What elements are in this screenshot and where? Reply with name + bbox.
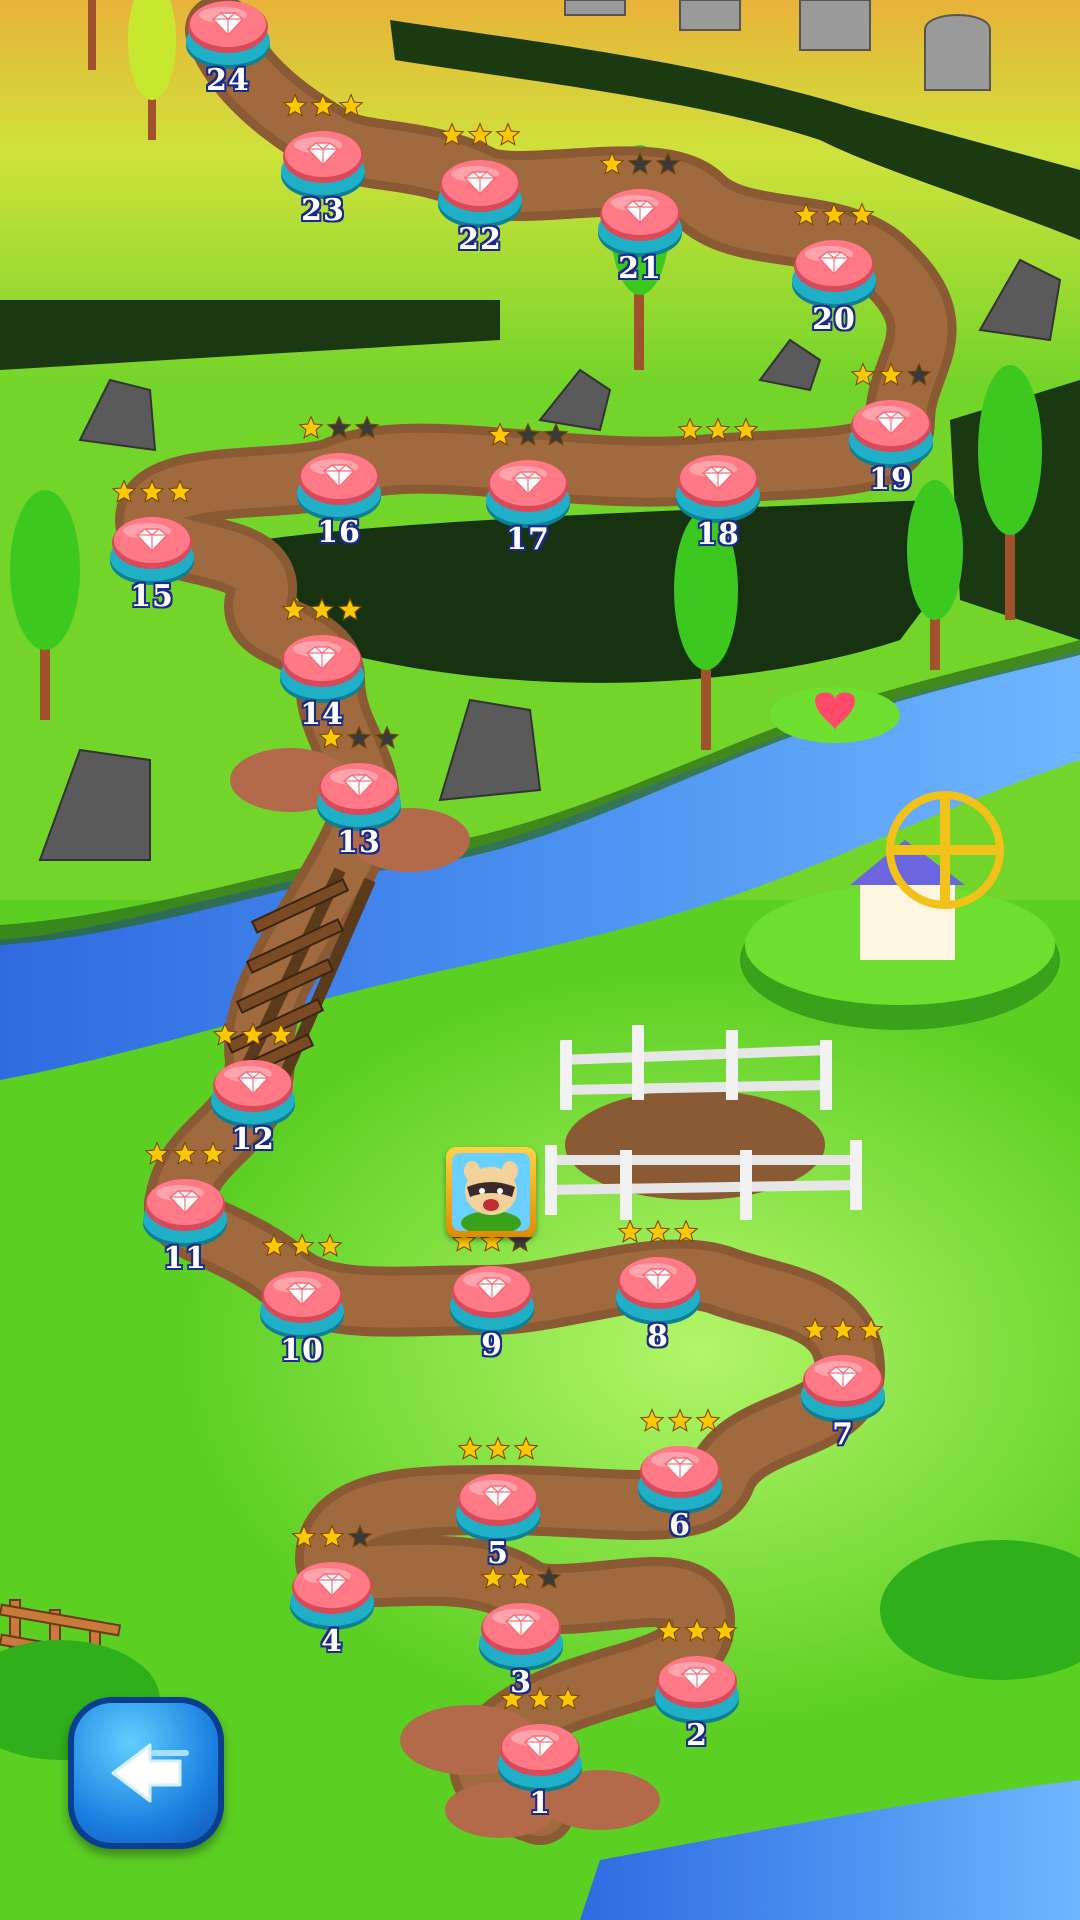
level-gem-button[interactable] <box>257 1263 347 1343</box>
player-avatar <box>446 1147 536 1237</box>
level-gem-button[interactable] <box>277 627 367 707</box>
level-node[interactable]: 22 <box>435 122 525 262</box>
level-number: 18 <box>696 517 740 552</box>
level-number: 3 <box>510 1665 532 1700</box>
level-node[interactable]: 12 <box>208 1022 298 1162</box>
level-stars <box>294 415 384 443</box>
level-gem-button[interactable] <box>673 447 763 527</box>
level-gem-button[interactable] <box>287 1554 377 1634</box>
level-node[interactable]: 17 <box>483 422 573 562</box>
level-node[interactable]: 18 <box>673 417 763 557</box>
level-gem-button[interactable] <box>294 445 384 525</box>
level-stars <box>483 422 573 450</box>
level-gem-button[interactable] <box>140 1171 230 1251</box>
level-node[interactable]: 20 <box>789 202 879 342</box>
level-node[interactable]: 16 <box>294 415 384 555</box>
level-node[interactable]: 21 <box>595 151 685 291</box>
level-number: 12 <box>231 1122 275 1157</box>
level-node[interactable]: 5 <box>453 1436 543 1576</box>
level-number: 8 <box>647 1319 669 1354</box>
level-number: 14 <box>300 697 344 732</box>
level-number: 7 <box>832 1417 854 1452</box>
level-number: 24 <box>206 63 250 98</box>
level-number: 6 <box>669 1508 691 1543</box>
level-gem-button[interactable] <box>208 1052 298 1132</box>
level-gem-button[interactable] <box>495 1716 585 1796</box>
level-gem-button[interactable] <box>435 152 525 232</box>
back-arrow-icon <box>111 1743 189 1803</box>
level-gem-button[interactable] <box>453 1466 543 1546</box>
level-gem-button[interactable] <box>314 755 404 835</box>
level-gem-button[interactable] <box>789 232 879 312</box>
level-node[interactable]: 6 <box>635 1408 725 1548</box>
level-stars <box>635 1408 725 1436</box>
level-number: 17 <box>506 522 550 557</box>
level-number: 20 <box>812 302 856 337</box>
level-gem-button[interactable] <box>635 1438 725 1518</box>
level-node[interactable]: 2 <box>652 1618 742 1758</box>
level-node[interactable]: 4 <box>287 1524 377 1664</box>
level-gem-button[interactable] <box>447 1258 537 1338</box>
level-gem-button[interactable] <box>483 452 573 532</box>
level-gem-button[interactable] <box>846 392 936 472</box>
level-number: 15 <box>130 579 174 614</box>
level-node[interactable]: 10 <box>257 1233 347 1373</box>
level-number: 23 <box>301 193 345 228</box>
level-node[interactable]: 14 <box>277 597 367 737</box>
level-gem-button[interactable] <box>798 1347 888 1427</box>
level-number: 5 <box>487 1536 509 1571</box>
level-node[interactable]: 23 <box>278 93 368 233</box>
level-number: 19 <box>869 462 913 497</box>
level-node[interactable]: 13 <box>314 725 404 865</box>
back-button[interactable] <box>68 1697 224 1849</box>
level-number: 16 <box>317 515 361 550</box>
level-stars <box>277 597 367 625</box>
level-gem-button[interactable] <box>107 509 197 589</box>
level-node[interactable]: 9 <box>447 1228 537 1368</box>
level-stars <box>278 93 368 121</box>
level-stars <box>453 1436 543 1464</box>
level-number: 21 <box>618 251 662 286</box>
level-number: 2 <box>686 1718 708 1753</box>
level-gem-button[interactable] <box>476 1595 566 1675</box>
level-stars <box>846 362 936 390</box>
level-node[interactable]: 19 <box>846 362 936 502</box>
level-node[interactable]: 15 <box>107 479 197 619</box>
level-stars <box>798 1317 888 1345</box>
level-gem-button[interactable] <box>595 181 685 261</box>
level-stars <box>652 1618 742 1646</box>
level-stars <box>613 1219 703 1247</box>
level-gem-button[interactable] <box>278 123 368 203</box>
level-node[interactable]: 1 <box>495 1686 585 1826</box>
level-stars <box>435 122 525 150</box>
level-stars <box>287 1524 377 1552</box>
level-node[interactable]: 11 <box>140 1141 230 1281</box>
level-number: 22 <box>458 222 502 257</box>
level-number: 1 <box>529 1786 551 1821</box>
level-stars <box>595 151 685 179</box>
level-number: 4 <box>321 1624 343 1659</box>
level-stars <box>257 1233 347 1261</box>
level-node[interactable]: 3 <box>476 1565 566 1705</box>
level-gem-button[interactable] <box>613 1249 703 1329</box>
level-gem-button[interactable] <box>652 1648 742 1728</box>
level-number: 9 <box>481 1328 503 1363</box>
level-stars <box>673 417 763 445</box>
level-stars <box>789 202 879 230</box>
level-stars <box>107 479 197 507</box>
level-node[interactable]: 8 <box>613 1219 703 1359</box>
level-node[interactable]: 24 <box>183 0 273 103</box>
level-number: 13 <box>337 825 381 860</box>
level-number: 11 <box>163 1241 207 1276</box>
level-stars <box>208 1022 298 1050</box>
level-number: 10 <box>280 1333 324 1368</box>
level-node[interactable]: 7 <box>798 1317 888 1457</box>
